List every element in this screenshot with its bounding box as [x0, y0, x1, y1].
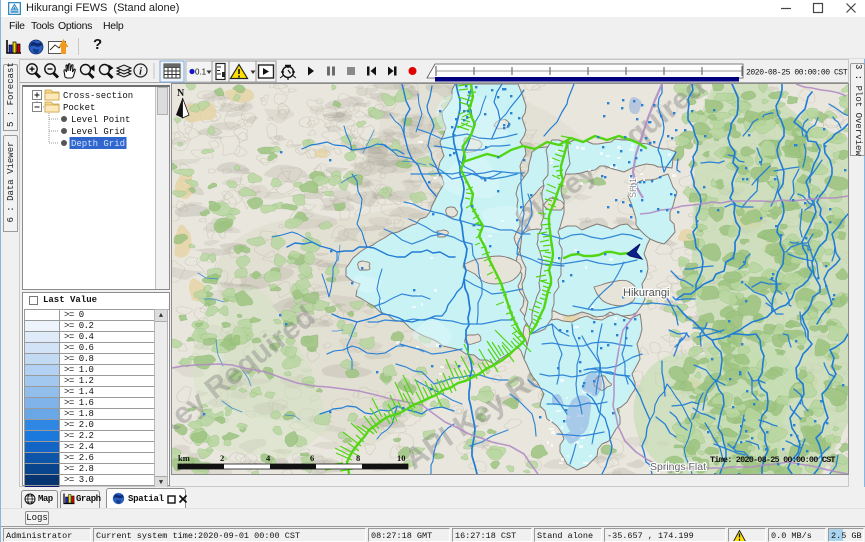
svg-text:8: 8: [356, 453, 360, 463]
svg-text:Pocket: Pocket: [63, 103, 95, 113]
svg-text:SH 1: SH 1: [628, 178, 638, 198]
svg-text:Depth Grid: Depth Grid: [71, 139, 125, 149]
svg-text:10: 10: [397, 453, 406, 463]
svg-text:km: km: [178, 453, 190, 463]
svg-text:6: 6: [310, 453, 314, 463]
svg-text:Hikurangi: Hikurangi: [623, 287, 669, 299]
svg-text:2020-08-25 00:00:00 CST: 2020-08-25 00:00:00 CST: [746, 69, 848, 78]
svg-text:Time: 2020-08-25 00:00:00 CST: Time: 2020-08-25 00:00:00 CST: [710, 455, 835, 465]
svg-text:N: N: [177, 88, 185, 99]
svg-text:Level Grid: Level Grid: [71, 127, 125, 137]
svg-text:Springs Flat: Springs Flat: [650, 461, 706, 473]
svg-text:2: 2: [220, 453, 224, 463]
svg-text:i: i: [139, 66, 143, 78]
svg-text:0.1: 0.1: [195, 68, 207, 77]
svg-text:Cross-section: Cross-section: [63, 91, 133, 101]
svg-text:Level Point: Level Point: [71, 115, 130, 125]
